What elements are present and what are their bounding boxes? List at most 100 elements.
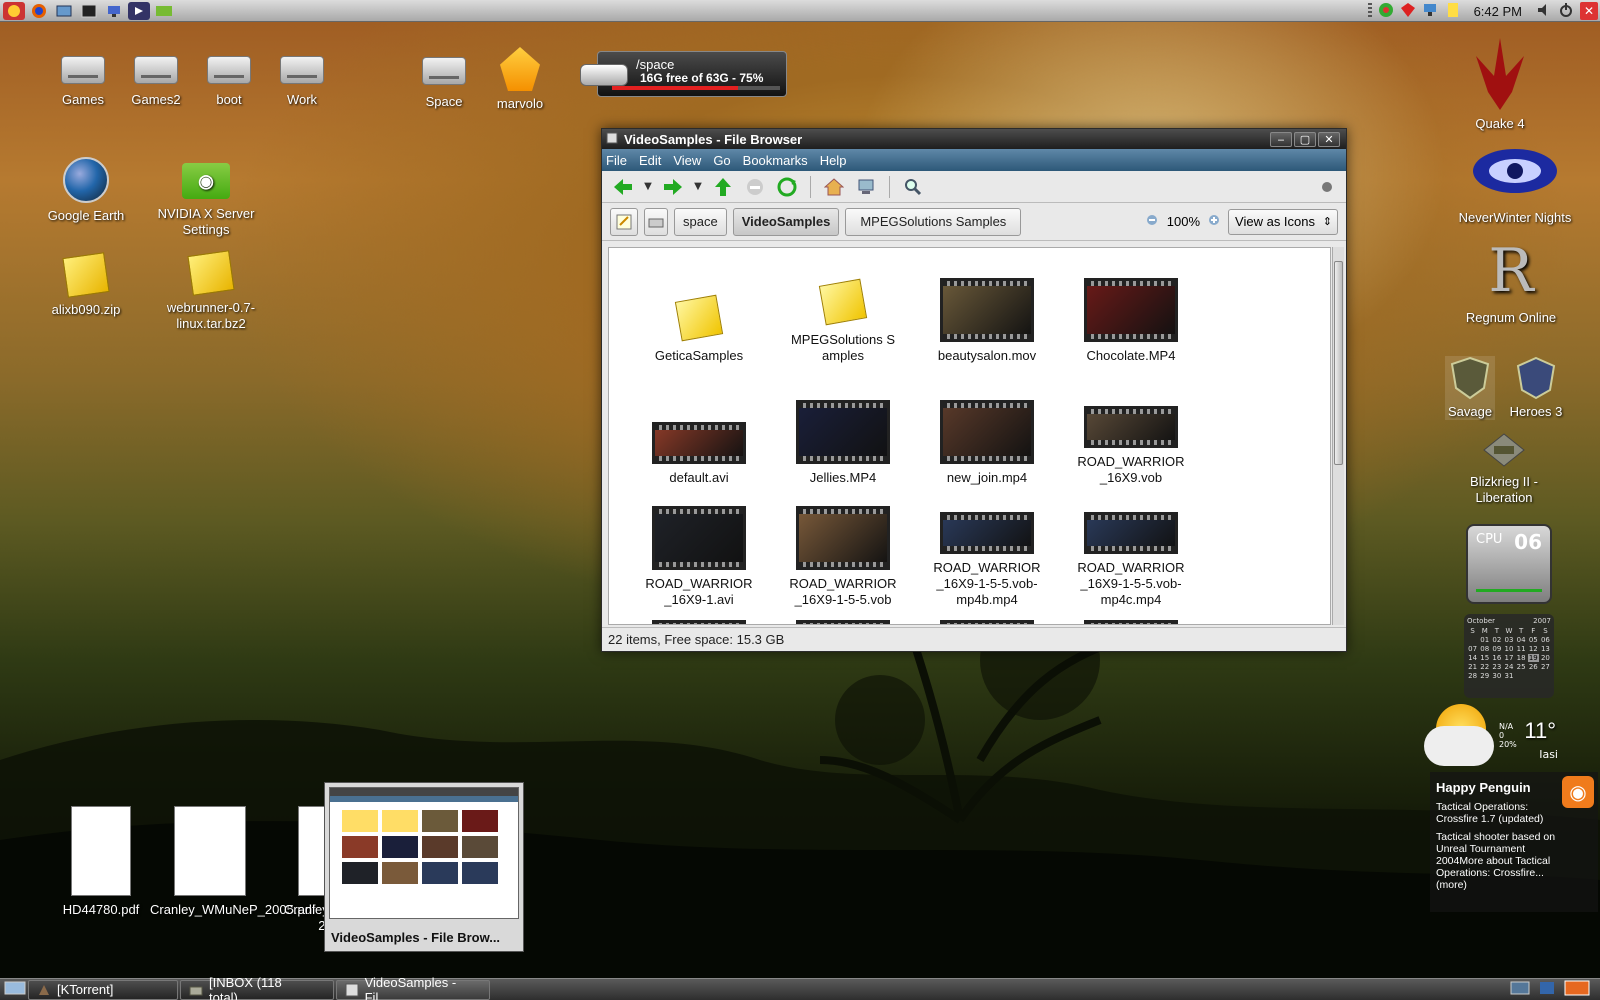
calendar-day[interactable]: 21 [1467, 663, 1478, 671]
rss-item-title[interactable]: Tactical Operations: Crossfire 1.7 (upda… [1436, 801, 1556, 825]
calendar-day[interactable]: 03 [1503, 636, 1514, 644]
rss-item-description[interactable]: Tactical shooter based on Unreal Tournam… [1436, 831, 1561, 891]
calendar-day[interactable]: 22 [1479, 663, 1490, 671]
calendar-day[interactable]: 29 [1479, 672, 1490, 680]
calendar-day[interactable]: 31 [1503, 672, 1514, 680]
desktop-icon-blitzkrieg[interactable]: Blizkrieg II - Liberation [1452, 430, 1556, 506]
calendar-day[interactable]: 04 [1516, 636, 1527, 644]
calendar-day[interactable]: 07 [1467, 645, 1478, 653]
calendar-day[interactable]: 08 [1479, 645, 1490, 653]
desktop-icon-neverwinter[interactable]: NeverWinter Nights [1440, 136, 1590, 226]
desktop-icon-savage[interactable]: Savage [1445, 356, 1495, 420]
applet-icon[interactable] [1538, 980, 1556, 999]
file-item[interactable]: beautysalon.mov [915, 252, 1059, 368]
folder-item[interactable]: GeticaSamples [627, 252, 771, 368]
menu-help[interactable]: Help [820, 153, 847, 168]
desktop-icon-cranley-pdf[interactable]: Cranley_WMuNeP_2005.pdf [150, 806, 315, 918]
taskbar-item-videosamples[interactable]: VideoSamples - Fil... [336, 975, 490, 1000]
notes-tray-icon[interactable] [1446, 2, 1460, 21]
file-item[interactable]: default.avi [627, 374, 771, 490]
calendar-day[interactable]: 25 [1516, 663, 1527, 671]
toggle-location-entry-button[interactable] [610, 207, 638, 236]
desktop-icon-work[interactable]: Work [252, 52, 352, 108]
network-tray-icon[interactable] [1422, 2, 1440, 21]
zoom-level[interactable]: 100% [1167, 214, 1200, 229]
forward-history-chevron-down-icon[interactable]: ▼ [692, 175, 704, 199]
path-space-button[interactable]: space [674, 207, 727, 236]
zoom-in-icon[interactable] [1206, 212, 1222, 231]
calendar-day[interactable]: 05 [1528, 636, 1539, 644]
desktop-icon-hd44780-pdf[interactable]: HD44780.pdf [56, 806, 146, 918]
home-icon[interactable] [821, 175, 847, 199]
back-history-chevron-down-icon[interactable]: ▼ [642, 175, 654, 199]
back-arrow-icon[interactable] [610, 175, 636, 199]
desktop-icon-quake4[interactable]: Quake 4 [1460, 36, 1540, 132]
menu-go[interactable]: Go [713, 153, 730, 168]
desktop-icon-nvidia-settings[interactable]: ◉ NVIDIA X Server Settings [146, 160, 266, 238]
desktop-icon-google-earth[interactable]: Google Earth [36, 156, 136, 224]
file-item[interactable]: ROAD_WARRIOR_16X9.vob [1059, 374, 1203, 490]
search-icon[interactable] [900, 175, 926, 199]
desktop-icon-webrunner[interactable]: webrunner-0.7-linux.tar.bz2 [146, 250, 276, 332]
calendar-day[interactable]: 11 [1516, 645, 1527, 653]
file-icon-view[interactable]: GeticaSamples MPEGSolutions Samples beauty… [608, 247, 1331, 625]
clock[interactable]: 6:42 PM [1474, 4, 1522, 19]
stop-icon[interactable] [742, 175, 768, 199]
calendar-day[interactable]: 24 [1503, 663, 1514, 671]
file-item[interactable] [627, 618, 771, 624]
taskbar-item-inbox[interactable]: [INBOX (118 total)... [180, 975, 334, 1000]
terminal-icon[interactable] [78, 2, 100, 20]
forward-arrow-icon[interactable] [660, 175, 686, 199]
computer-icon[interactable] [853, 175, 879, 199]
calendar-day[interactable]: 26 [1528, 663, 1539, 671]
calendar-day[interactable]: 06 [1540, 636, 1551, 644]
ruby-tray-icon[interactable] [1400, 2, 1416, 21]
path-mpegsolutions-button[interactable]: MPEGSolutions Samples [845, 207, 1022, 236]
file-item[interactable]: ROAD_WARRIOR_16X9-1-5-5.vob-mp4c.mp4 [1059, 496, 1203, 612]
desktop-icon-alixb090-zip[interactable]: alixb090.zip [36, 252, 136, 318]
calendar-day[interactable]: 02 [1491, 636, 1502, 644]
calendar-day[interactable]: 30 [1491, 672, 1502, 680]
chrome-tray-icon[interactable] [1378, 2, 1394, 21]
zoom-out-icon[interactable] [1145, 212, 1161, 231]
menu-icon[interactable] [3, 1, 25, 20]
file-item[interactable]: Chocolate.MP4 [1059, 252, 1203, 368]
desktop-icon-heroes3[interactable]: Heroes 3 [1506, 356, 1566, 420]
file-item[interactable]: ROAD_WARRIOR_16X9-1-5-5.vob [771, 496, 915, 612]
up-arrow-icon[interactable] [710, 175, 736, 199]
file-item[interactable]: ROAD_WARRIOR_16X9-1.avi [627, 496, 771, 612]
taskbar-item-ktorrent[interactable]: [KTorrent] [28, 979, 178, 1000]
pager-icon[interactable] [1564, 980, 1590, 999]
desktop-icon-marvolo[interactable]: marvolo [470, 46, 570, 112]
calendar-day[interactable]: 15 [1479, 654, 1490, 662]
workspace-icon[interactable] [1510, 980, 1530, 999]
rss-feed-widget[interactable]: ◉ Happy Penguin Tactical Operations: Cro… [1430, 772, 1598, 912]
view-mode-select[interactable]: View as Icons [1228, 208, 1338, 235]
cpu-meter-widget[interactable]: CPU 06 [1466, 524, 1552, 604]
folder-item[interactable]: MPEGSolutions Samples [771, 252, 915, 368]
show-desktop-icon[interactable] [4, 980, 26, 999]
menu-bookmarks[interactable]: Bookmarks [743, 153, 808, 168]
volume-icon[interactable] [1536, 2, 1552, 21]
minimize-button[interactable]: ‒ [1270, 131, 1292, 147]
calendar-day[interactable]: 01 [1479, 636, 1490, 644]
file-manager-icon[interactable] [53, 2, 75, 20]
calendar-day[interactable]: 20 [1540, 654, 1551, 662]
menu-edit[interactable]: Edit [639, 153, 661, 168]
window-menu-icon[interactable] [606, 132, 618, 147]
close-button[interactable]: ✕ [1318, 131, 1340, 147]
calendar-day[interactable]: 27 [1540, 663, 1551, 671]
calendar-day[interactable]: 12 [1528, 645, 1539, 653]
maximize-button[interactable]: ▢ [1294, 131, 1316, 147]
file-item[interactable]: ROAD_WARRIOR_16X9-1-5-5.vob-mp4b.mp4 [915, 496, 1059, 612]
file-item[interactable] [1059, 618, 1203, 624]
calendar-day[interactable]: 10 [1503, 645, 1514, 653]
calendar-day[interactable]: 18 [1516, 654, 1527, 662]
vertical-scrollbar[interactable] [1332, 247, 1344, 625]
disk-usage-widget[interactable]: /space 16G free of 63G - 75% [580, 51, 787, 97]
file-item[interactable]: Jellies.MP4 [771, 374, 915, 490]
file-item[interactable] [915, 618, 1059, 624]
calendar-day[interactable]: 19 [1527, 654, 1539, 662]
calendar-day[interactable]: 13 [1540, 645, 1551, 653]
desktop-icon-regnum[interactable]: R Regnum Online [1456, 232, 1566, 326]
